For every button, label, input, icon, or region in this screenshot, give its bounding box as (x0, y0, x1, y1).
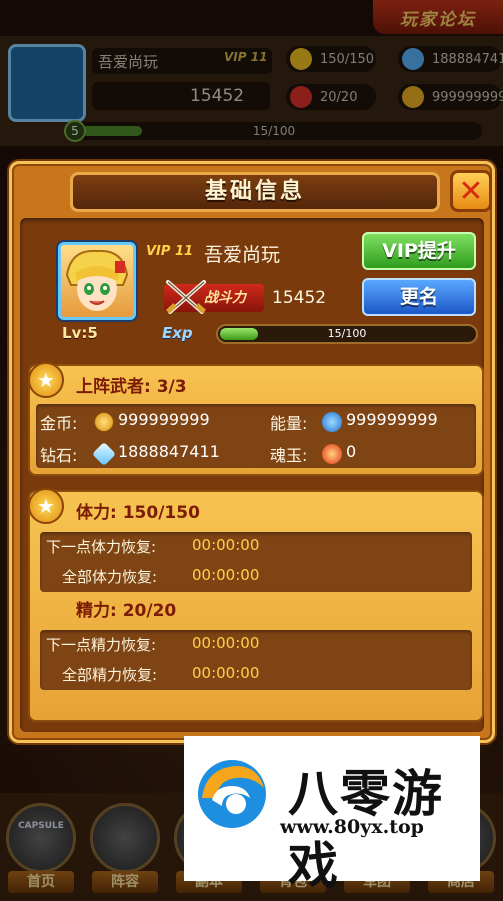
energy-label: 能量: (270, 414, 308, 433)
vip-upgrade-button[interactable]: VIP提升 (362, 232, 476, 270)
player-level: Lv:5 (62, 324, 98, 342)
exp-progress-bar: 15/100 (216, 324, 478, 344)
rename-button[interactable]: 更名 (362, 278, 476, 316)
full-stamina-value: 00:00:00 (192, 566, 260, 584)
exp-progress-text: 15/100 (327, 327, 367, 340)
close-icon: ✕ (458, 173, 484, 209)
full-stamina-label: 全部体力恢复: (62, 568, 158, 586)
site-watermark: 八零游戏 www.80yx.top (184, 736, 480, 895)
vip-tag: VIP 11 (146, 244, 194, 259)
next-stamina-label: 下一点体力恢复: (46, 538, 157, 556)
site-logo-icon (198, 760, 266, 828)
soul-jade-value: 0 (346, 442, 357, 461)
crossed-swords-icon (165, 280, 207, 314)
star-icon: ★ (28, 488, 64, 524)
next-spirit-label: 下一点精力恢复: (46, 636, 157, 654)
hero-portrait-icon (65, 249, 129, 311)
recovery-card: ★ 体力: 150/150 下一点体力恢复: 00:00:00 全部体力恢复: … (28, 488, 484, 722)
stamina-heading: 体力: 150/150 (76, 503, 200, 523)
site-url: www.80yx.top (280, 816, 424, 838)
gold-label: 金币: (40, 414, 78, 433)
energy-orb-icon (322, 412, 342, 432)
next-spirit-value: 00:00:00 (192, 634, 260, 652)
spirit-heading: 精力: 20/20 (76, 601, 177, 621)
power-label: 战斗力 (204, 290, 246, 306)
basic-info-modal: 基础信息 ✕ Lv:5 VIP 11 吾爱尚玩 战斗力 15452 VIP提升 … (9, 161, 495, 743)
power-value: 15452 (272, 288, 327, 308)
resources-card: ★ 上阵武者: 3/3 金币: 999999999 能量: 999999999 … (28, 362, 484, 476)
player-name: 吾爱尚玩 (204, 244, 281, 266)
gold-value: 999999999 (118, 410, 210, 429)
full-spirit-value: 00:00:00 (192, 664, 260, 682)
star-icon: ★ (28, 362, 64, 398)
gold-coin-icon (94, 412, 114, 432)
soul-jade-icon (322, 444, 342, 464)
player-avatar (58, 242, 136, 320)
soul-jade-label: 魂玉: (270, 446, 308, 465)
diamond-value: 1888847411 (118, 442, 220, 461)
energy-value: 999999999 (346, 410, 438, 429)
full-spirit-label: 全部精力恢复: (62, 666, 158, 684)
lineup-heading: 上阵武者: 3/3 (76, 377, 187, 397)
diamond-label: 钻石: (40, 446, 78, 465)
exp-label: Exp (162, 324, 193, 342)
next-stamina-value: 00:00:00 (192, 536, 260, 554)
modal-title: 基础信息 (70, 172, 440, 212)
close-button[interactable]: ✕ (450, 170, 492, 212)
